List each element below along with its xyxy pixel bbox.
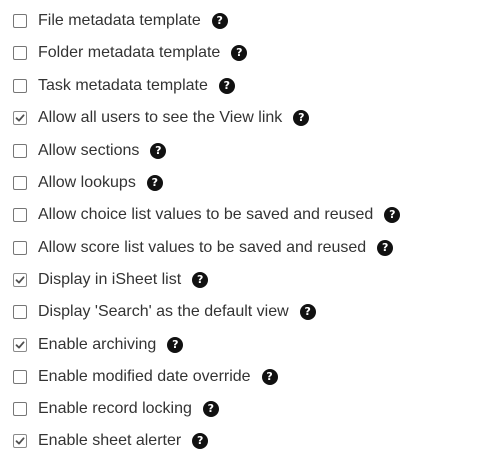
question-circle-icon[interactable]: ? <box>299 304 316 320</box>
option-label[interactable]: Allow score list values to be saved and … <box>38 237 366 259</box>
allow-sections-checkbox[interactable] <box>13 144 27 158</box>
checkmark-icon <box>15 114 25 122</box>
checkmark-icon <box>15 437 25 445</box>
option-allow-lookups[interactable]: Allow lookups ? <box>13 172 163 194</box>
option-label[interactable]: Display in iSheet list <box>38 269 181 291</box>
option-label[interactable]: Allow all users to see the View link <box>38 107 282 129</box>
modified-date-override-checkbox[interactable] <box>13 370 27 384</box>
option-label[interactable]: Enable record locking <box>38 398 192 420</box>
option-file-metadata-template[interactable]: File metadata template ? <box>13 10 228 32</box>
question-circle-icon[interactable]: ? <box>293 110 310 126</box>
option-label[interactable]: Folder metadata template <box>38 42 220 64</box>
option-display-in-isheet-list[interactable]: Display in iSheet list ? <box>13 269 209 291</box>
option-label[interactable]: Display 'Search' as the default view <box>38 301 289 323</box>
search-default-view-checkbox[interactable] <box>13 305 27 319</box>
option-allow-sections[interactable]: Allow sections ? <box>13 140 167 162</box>
question-circle-icon[interactable]: ? <box>192 272 209 288</box>
option-label[interactable]: File metadata template <box>38 10 201 32</box>
question-circle-icon[interactable]: ? <box>211 13 228 29</box>
option-label[interactable]: Allow lookups <box>38 172 136 194</box>
file-metadata-template-checkbox[interactable] <box>13 14 27 28</box>
question-circle-icon[interactable]: ? <box>377 240 394 256</box>
allow-view-link-checkbox[interactable] <box>13 111 27 125</box>
allow-score-list-values-checkbox[interactable] <box>13 241 27 255</box>
task-metadata-template-checkbox[interactable] <box>13 79 27 93</box>
option-record-locking[interactable]: Enable record locking ? <box>13 398 219 420</box>
checkmark-icon <box>15 341 25 349</box>
option-sheet-alerter[interactable]: Enable sheet alerter ? <box>13 430 209 452</box>
option-task-metadata-template[interactable]: Task metadata template ? <box>13 75 235 97</box>
display-in-isheet-list-checkbox[interactable] <box>13 273 27 287</box>
question-circle-icon[interactable]: ? <box>218 78 235 94</box>
checkmark-icon <box>15 276 25 284</box>
option-allow-score-list-values[interactable]: Allow score list values to be saved and … <box>13 237 394 259</box>
option-label[interactable]: Allow sections <box>38 140 139 162</box>
question-circle-icon[interactable]: ? <box>384 207 401 223</box>
question-circle-icon[interactable]: ? <box>167 337 184 353</box>
option-folder-metadata-template[interactable]: Folder metadata template ? <box>13 42 248 64</box>
option-label[interactable]: Allow choice list values to be saved and… <box>38 204 373 226</box>
question-circle-icon[interactable]: ? <box>150 143 167 159</box>
option-allow-choice-list-values[interactable]: Allow choice list values to be saved and… <box>13 204 401 226</box>
question-circle-icon[interactable]: ? <box>202 401 219 417</box>
option-modified-date-override[interactable]: Enable modified date override ? <box>13 366 278 388</box>
option-allow-view-link[interactable]: Allow all users to see the View link ? <box>13 107 310 129</box>
sheet-alerter-checkbox[interactable] <box>13 434 27 448</box>
option-label[interactable]: Task metadata template <box>38 75 208 97</box>
question-circle-icon[interactable]: ? <box>192 433 209 449</box>
record-locking-checkbox[interactable] <box>13 402 27 416</box>
allow-lookups-checkbox[interactable] <box>13 176 27 190</box>
option-label[interactable]: Enable modified date override <box>38 366 251 388</box>
allow-choice-list-values-checkbox[interactable] <box>13 208 27 222</box>
folder-metadata-template-checkbox[interactable] <box>13 46 27 60</box>
question-circle-icon[interactable]: ? <box>261 369 278 385</box>
question-circle-icon[interactable]: ? <box>231 45 248 61</box>
option-enable-archiving[interactable]: Enable archiving ? <box>13 334 184 356</box>
option-label[interactable]: Enable archiving <box>38 334 156 356</box>
enable-archiving-checkbox[interactable] <box>13 338 27 352</box>
question-circle-icon[interactable]: ? <box>146 175 163 191</box>
settings-options-list: File metadata template ? Folder metadata… <box>0 0 481 464</box>
option-label[interactable]: Enable sheet alerter <box>38 430 181 452</box>
option-search-default-view[interactable]: Display 'Search' as the default view ? <box>13 301 316 323</box>
